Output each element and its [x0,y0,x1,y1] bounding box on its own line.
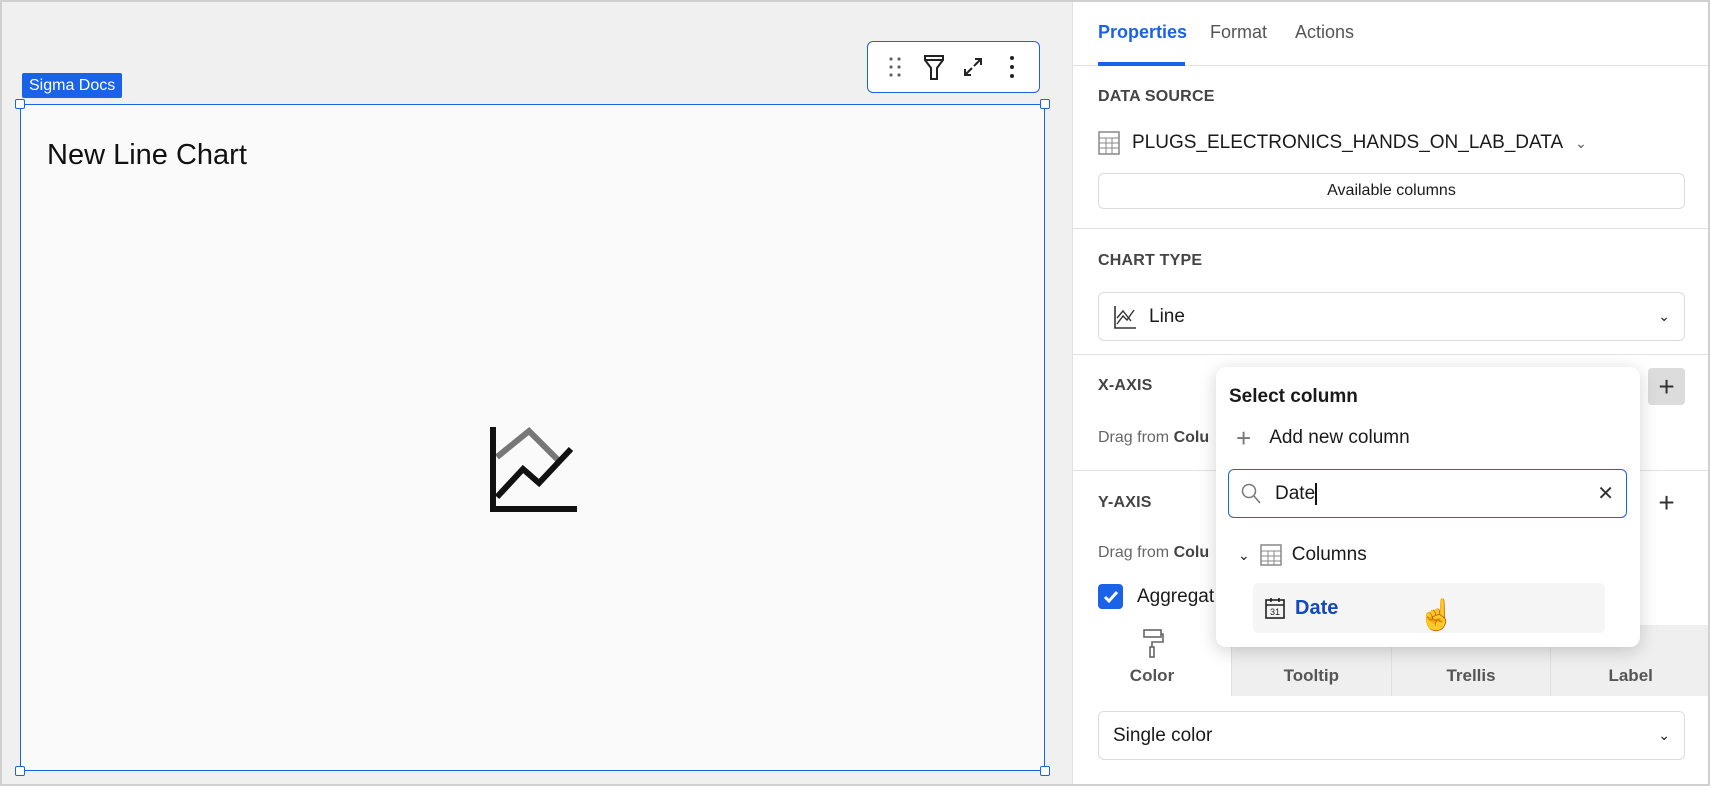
column-search-input[interactable]: Date ✕ [1228,469,1627,518]
chart-title[interactable]: New Line Chart [47,139,247,172]
search-value: Date [1275,482,1318,505]
filter-icon[interactable] [919,52,949,82]
tab-actions[interactable]: Actions [1295,22,1354,43]
columns-group[interactable]: ⌄ Columns [1238,544,1367,566]
data-source-selector[interactable]: PLUGS_ELECTRONICS_HANDS_ON_LAB_DATA ⌄ [1098,131,1587,155]
divider [1073,228,1710,229]
aggregate-checkbox[interactable] [1098,584,1123,609]
line-chart-element[interactable]: New Line Chart [15,99,1050,776]
select-column-popup: Select column + Add new column Date ✕ ⌄ … [1216,367,1640,647]
add-new-column-button[interactable]: + Add new column [1236,425,1410,451]
color-mode-select[interactable]: Single color ⌄ [1098,711,1685,760]
clear-search-icon[interactable]: ✕ [1597,481,1614,506]
table-icon [1259,544,1282,566]
aggregate-checkbox-row[interactable]: Aggregat [1098,584,1214,609]
columns-group-label: Columns [1291,544,1367,565]
table-icon [1098,131,1120,155]
y-axis-hint: Drag from Colu [1098,544,1210,561]
data-source-heading: DATA SOURCE [1098,88,1215,105]
svg-text:31: 31 [1270,607,1280,617]
add-new-column-label: Add new column [1269,427,1410,448]
popup-title: Select column [1229,386,1358,407]
available-columns-button[interactable]: Available columns [1098,173,1685,209]
resize-handle[interactable] [15,766,25,776]
x-axis-heading: X-AXIS [1098,377,1153,394]
tab-properties[interactable]: Properties [1098,22,1187,43]
expand-icon[interactable] [958,52,988,82]
resize-handle[interactable] [1040,99,1050,109]
column-option-date[interactable]: 31 Date ☝ [1253,583,1605,633]
element-tag: Sigma Docs [22,73,123,98]
add-y-axis-button[interactable]: + [1648,484,1685,521]
calendar-icon: 31 [1265,598,1285,619]
chevron-down-icon: ⌄ [1658,308,1670,324]
line-chart-placeholder-icon [489,425,579,522]
workbook-canvas: Sigma Docs New Line Chart [0,0,1072,786]
plus-icon: + [1236,423,1252,453]
chart-type-select[interactable]: Line ⌄ [1098,292,1685,341]
chart-type-value: Line [1149,305,1185,327]
aggregate-label: Aggregat [1137,585,1215,607]
chart-type-heading: CHART TYPE [1098,252,1203,269]
add-x-axis-button[interactable]: + [1648,368,1685,405]
search-icon [1241,483,1261,503]
chevron-down-icon: ⌄ [1658,727,1670,743]
resize-handle[interactable] [1040,766,1050,776]
drag-handle-icon[interactable] [880,52,910,82]
y-axis-heading: Y-AXIS [1098,494,1152,511]
hand-cursor-icon: ☝ [1418,598,1456,632]
color-mode-value: Single color [1113,724,1213,746]
panel-tabs: Properties Format Actions [1073,0,1710,66]
line-chart-icon [1114,305,1136,329]
data-source-name: PLUGS_ELECTRONICS_HANDS_ON_LAB_DATA [1132,132,1564,153]
paint-roller-icon [1143,629,1164,658]
tab-color[interactable]: Color [1073,625,1231,696]
divider [1073,354,1710,355]
x-axis-hint: Drag from Colu [1098,429,1210,446]
tab-format[interactable]: Format [1210,22,1267,43]
element-toolbar [867,41,1040,93]
column-option-label: Date [1295,596,1339,619]
more-icon[interactable] [997,52,1027,82]
chevron-down-icon: ⌄ [1575,134,1587,151]
chevron-down-icon: ⌄ [1238,546,1250,563]
active-tab-indicator [1098,62,1185,66]
resize-handle[interactable] [15,99,25,109]
